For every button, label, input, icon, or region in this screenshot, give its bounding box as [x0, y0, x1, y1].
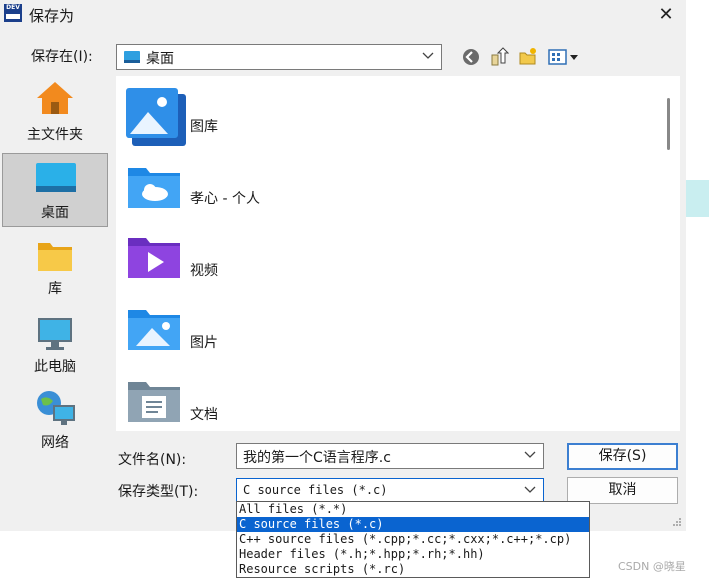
network-icon	[37, 391, 75, 425]
sidebar-item-label: 桌面	[41, 205, 69, 221]
filetype-option[interactable]: All files (*.*)	[237, 502, 589, 517]
pictures-folder-icon	[128, 310, 180, 350]
file-name: 视频	[190, 263, 218, 279]
filename-value: 我的第一个C语言程序.c	[243, 450, 391, 466]
sidebar-item-label: 库	[48, 281, 62, 297]
chevron-down-icon[interactable]	[523, 483, 537, 495]
save-button[interactable]: 保存(S)	[567, 443, 678, 470]
title-bar: DEV 保存为 ✕	[0, 0, 686, 30]
computer-icon	[38, 318, 72, 350]
filename-label: 文件名(N):	[118, 452, 187, 468]
sidebar-item-label: 网络	[41, 435, 69, 451]
chevron-down-icon	[422, 52, 434, 59]
window-title: 保存为	[29, 7, 75, 25]
background-window-strip	[686, 180, 709, 217]
desktop-small-icon	[124, 51, 140, 63]
home-icon	[37, 82, 73, 114]
file-name: 图库	[190, 119, 218, 135]
filetype-select[interactable]: C source files (*.c)	[236, 478, 544, 502]
filetype-option[interactable]: Header files (*.h;*.hpp;*.rh;*.hh)	[237, 547, 589, 562]
scroll-thumb[interactable]	[667, 98, 670, 150]
save-in-combo[interactable]: 桌面	[116, 44, 442, 70]
sidebar-item-desktop[interactable]: 桌面	[2, 153, 108, 227]
filetype-dropdown-list[interactable]: All files (*.*) C source files (*.c) C++…	[236, 501, 590, 578]
back-icon[interactable]	[461, 47, 481, 67]
documents-folder-icon	[128, 382, 180, 422]
sidebar-item-computer[interactable]: 此电脑	[2, 311, 108, 385]
file-list[interactable]: 图库 孝心 - 个人 视频 图片 文档	[116, 76, 659, 431]
file-name: 文档	[190, 407, 218, 423]
list-item[interactable]: 文档	[124, 372, 544, 431]
save-dialog: DEV 保存为 ✕ 保存在(I): 桌面 主文件夹 桌面 库 此电脑 网络 图库…	[0, 0, 686, 531]
close-button[interactable]: ✕	[652, 2, 680, 28]
places-sidebar: 主文件夹 桌面 库 此电脑 网络	[0, 76, 112, 456]
filetype-option-selected[interactable]: C source files (*.c)	[237, 517, 589, 532]
list-item[interactable]: 孝心 - 个人	[124, 156, 544, 222]
filename-input[interactable]: 我的第一个C语言程序.c	[236, 443, 544, 469]
view-menu-icon[interactable]	[548, 47, 580, 67]
filetype-option[interactable]: C++ source files (*.cpp;*.cc;*.cxx;*.c++…	[237, 532, 589, 547]
desktop-icon	[36, 163, 76, 192]
gallery-icon	[126, 88, 186, 146]
sidebar-item-home[interactable]: 主文件夹	[2, 76, 108, 150]
filetype-value: C source files (*.c)	[243, 483, 388, 497]
library-icon	[38, 243, 72, 271]
filetype-label: 保存类型(T):	[118, 484, 199, 500]
save-in-label: 保存在(I):	[31, 49, 93, 65]
file-name: 图片	[190, 335, 218, 351]
up-folder-icon[interactable]	[489, 47, 509, 67]
videos-folder-icon	[128, 238, 180, 278]
watermark: CSDN @晓星	[618, 560, 686, 573]
list-item[interactable]: 图库	[124, 84, 544, 150]
sidebar-item-network[interactable]: 网络	[2, 388, 108, 462]
resize-grip-icon[interactable]	[672, 517, 682, 527]
onedrive-folder-icon	[128, 168, 180, 208]
list-item[interactable]: 视频	[124, 228, 544, 294]
chevron-down-icon[interactable]	[523, 448, 537, 460]
sidebar-item-label: 主文件夹	[27, 127, 83, 143]
save-in-value: 桌面	[146, 51, 174, 67]
filetype-option[interactable]: Resource scripts (*.rc)	[237, 562, 589, 577]
vertical-scrollbar[interactable]	[659, 76, 680, 431]
sidebar-item-library[interactable]: 库	[2, 233, 108, 307]
file-name: 孝心 - 个人	[190, 191, 260, 207]
app-icon: DEV	[4, 4, 22, 22]
cancel-button[interactable]: 取消	[567, 477, 678, 504]
app-icon-text: DEV	[6, 4, 20, 11]
sidebar-item-label: 此电脑	[34, 359, 76, 375]
list-item[interactable]: 图片	[124, 300, 544, 366]
new-folder-icon[interactable]	[518, 47, 538, 67]
